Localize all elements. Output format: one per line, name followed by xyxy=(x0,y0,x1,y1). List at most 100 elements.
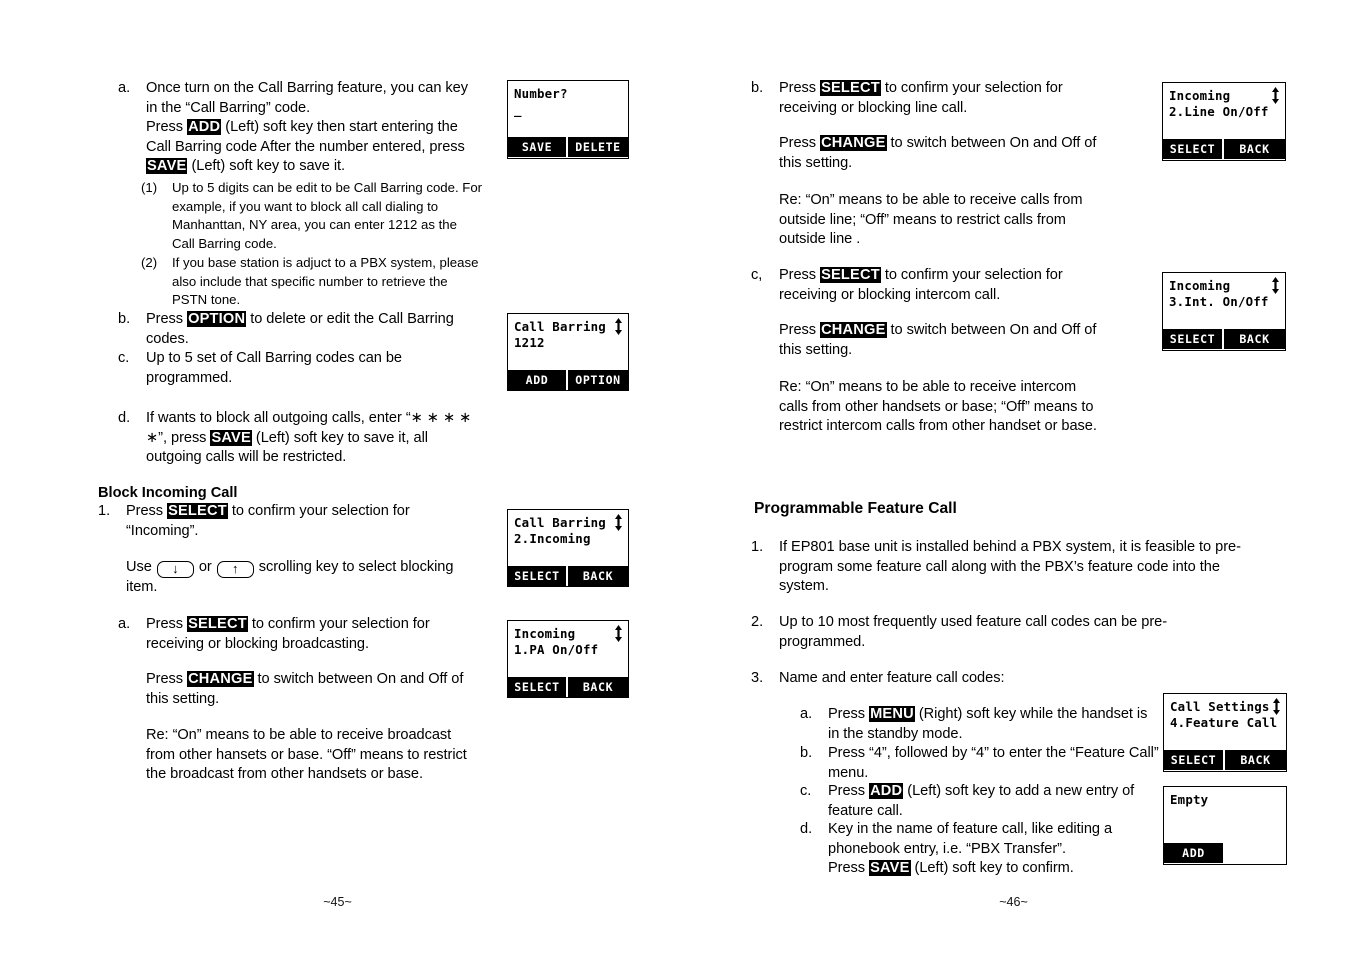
softkey-right[interactable]: DELETE xyxy=(568,137,628,157)
up-arrow-key-icon: ↑ xyxy=(216,561,254,578)
key-select: SELECT xyxy=(187,616,248,632)
down-arrow-key-icon: ↓ xyxy=(156,561,194,578)
lcd-line-2: 4.Feature Call xyxy=(1170,714,1278,730)
key-select: SELECT xyxy=(820,80,881,96)
lcd-softkey-bar: ADD OPTION xyxy=(508,370,628,390)
text-line: Up to 5 digits can be edit to be Call Ba… xyxy=(172,180,483,195)
text-fragment: Press xyxy=(779,80,821,96)
lcd-softkey-bar: ADD xyxy=(1164,843,1286,863)
text-line: in the “Call Barring” code. xyxy=(146,99,311,116)
lcd-incoming-int-onoff: Incoming 3.Int. On/Off SELECT BACK xyxy=(1162,272,1286,351)
scroll-updown-icon xyxy=(614,514,623,531)
key-menu: MENU xyxy=(869,706,915,722)
lcd-screen: Call Barring 1212 xyxy=(508,314,628,370)
text-fragment: to switch between On and Off of xyxy=(253,671,464,687)
lcd-screen: Call Settings 4.Feature Call xyxy=(1164,694,1286,750)
softkey-left[interactable]: SELECT xyxy=(1163,329,1224,349)
text-line: receiving or blocking broadcasting. xyxy=(146,635,369,652)
key-option: OPTION xyxy=(187,311,247,327)
lcd-softkey-bar: SELECT BACK xyxy=(508,677,628,697)
softkey-right[interactable]: OPTION xyxy=(568,370,628,390)
text-line: also include that specific number to ret… xyxy=(172,273,448,289)
softkey-right[interactable]: BACK xyxy=(1225,750,1286,770)
text-fragment: to switch between On and Off of xyxy=(886,322,1097,338)
scroll-updown-icon xyxy=(614,625,623,642)
remark-paragraph: Re: “On” means to be able to receive bro… xyxy=(146,726,516,785)
text-fragment: Press xyxy=(779,267,821,283)
list-item: c, Press SELECT to confirm your selectio… xyxy=(751,266,1136,305)
text-line-asterisk: ∗”, press xyxy=(146,429,211,446)
lcd-line-1: Call Barring xyxy=(514,319,606,334)
text-fragment: Press xyxy=(828,860,870,877)
text-line: Manhanttan, NY area, you can enter 1212 … xyxy=(172,217,457,233)
text-line: Up to 10 most frequently used feature ca… xyxy=(779,614,1168,630)
text-line: programmed. xyxy=(779,633,866,650)
list-item: a. Press SELECT to confirm your selectio… xyxy=(118,615,506,654)
text-line: If EP801 base unit is installed behind a… xyxy=(779,539,1241,555)
text-line: If wants to block all outgoing calls, en… xyxy=(146,410,472,426)
softkey-left[interactable]: SELECT xyxy=(1164,750,1225,770)
text-line: outside line; “Off” means to restrict ca… xyxy=(779,211,1066,228)
text-line: Once turn on the Call Barring feature, y… xyxy=(146,80,468,96)
text-line: If you base station is adjuct to a PBX s… xyxy=(172,255,479,270)
softkey-left[interactable]: ADD xyxy=(508,370,568,390)
page-left: a. Once turn on the Call Barring feature… xyxy=(0,0,675,954)
text-line: Name and enter feature call codes: xyxy=(779,670,1005,686)
list-item: (2) If you base station is adjuct to a P… xyxy=(141,254,503,310)
text-fragment: Press xyxy=(146,616,188,632)
lcd-line-1: Incoming xyxy=(1169,88,1231,103)
lcd-screen: Call Barring 2.Incoming xyxy=(508,510,628,566)
softkey-left[interactable]: SELECT xyxy=(508,566,568,586)
lcd-line-2: 2.Incoming xyxy=(514,530,591,546)
lcd-screen: Incoming 1.PA On/Off xyxy=(508,621,628,677)
softkey-right[interactable]: BACK xyxy=(1224,139,1285,159)
softkey-left[interactable]: ADD xyxy=(1164,843,1225,863)
list-marker: a. xyxy=(118,616,131,632)
softkey-right[interactable]: BACK xyxy=(1224,329,1285,349)
key-save: SAVE xyxy=(146,158,188,175)
scroll-updown-icon xyxy=(1271,87,1280,104)
lcd-call-barring-incoming: Call Barring 2.Incoming SELECT BACK xyxy=(507,509,629,587)
lcd-screen: Empty xyxy=(1164,787,1286,843)
softkey-right[interactable]: BACK xyxy=(568,566,628,586)
text-line: receiving or blocking line call. xyxy=(779,99,968,116)
lcd-incoming-line-onoff: Incoming 2.Line On/Off SELECT BACK xyxy=(1162,82,1286,161)
scroll-updown-icon xyxy=(614,318,623,335)
scroll-updown-icon xyxy=(1272,698,1281,715)
text-line: “Incoming”. xyxy=(126,522,199,539)
softkey-left[interactable]: SELECT xyxy=(508,677,568,697)
lcd-call-settings-feature-call: Call Settings 4.Feature Call SELECT BACK xyxy=(1163,693,1287,772)
softkey-right[interactable]: BACK xyxy=(568,677,628,697)
change-key-instruction: Press CHANGE to switch between On and Of… xyxy=(779,321,1154,360)
key-select: SELECT xyxy=(820,267,881,283)
text-fragment: to confirm your selection for xyxy=(247,616,430,632)
lcd-screen: Number? _ xyxy=(508,81,628,137)
lcd-line-2: 2.Line On/Off xyxy=(1169,103,1269,119)
text-line: the broadcast from other handsets or bas… xyxy=(146,766,423,783)
softkey-left[interactable]: SELECT xyxy=(1163,139,1224,159)
lcd-number-prompt: Number? _ SAVE DELETE xyxy=(507,80,629,159)
text-fragment: Press xyxy=(146,671,188,687)
list-marker: b. xyxy=(751,80,764,96)
lcd-feature-call-empty: Empty ADD xyxy=(1163,786,1287,865)
list-item: b. Press OPTION to delete or edit the Ca… xyxy=(118,311,454,347)
text-line: PSTN tone. xyxy=(172,292,241,308)
text-line: phonebook entry, i.e. “PBX Transfer”. xyxy=(828,840,1066,857)
text-line: feature call. xyxy=(828,802,903,819)
lcd-line-1: Number? xyxy=(514,86,568,101)
list-marker: c. xyxy=(800,783,812,799)
lcd-line-2: _ xyxy=(514,101,522,117)
text-line: this setting. xyxy=(779,154,853,171)
list-item: 3. Name and enter feature call codes: xyxy=(751,669,1251,689)
text-fragment: Press xyxy=(779,135,821,151)
text-line: outside line . xyxy=(779,231,861,248)
softkey-left[interactable]: SAVE xyxy=(508,137,568,157)
lcd-softkey-bar: SAVE DELETE xyxy=(508,137,628,157)
key-change: CHANGE xyxy=(187,671,254,687)
text-fragment: to switch between On and Off of xyxy=(886,135,1097,151)
lcd-screen: Incoming 3.Int. On/Off xyxy=(1163,273,1285,329)
page-number-right: ~46~ xyxy=(999,895,1028,909)
list-item: 1. Press SELECT to confirm your selectio… xyxy=(98,502,498,541)
softkey-right xyxy=(1225,843,1286,863)
remark-paragraph: Re: “On” means to be able to receive cal… xyxy=(779,191,1154,250)
